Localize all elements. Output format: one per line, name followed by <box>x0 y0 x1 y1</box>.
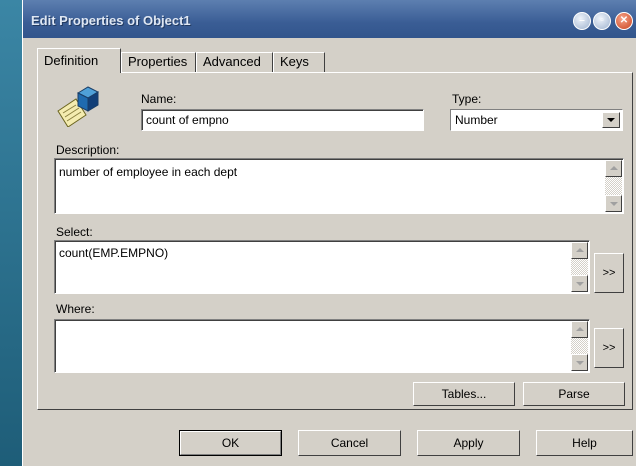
select-scrollbar[interactable] <box>571 242 588 292</box>
arrow-up-icon <box>576 248 584 252</box>
scroll-down-button[interactable] <box>571 275 588 292</box>
maximize-button[interactable]: ▫ <box>593 12 611 30</box>
close-button[interactable]: ✕ <box>615 12 633 30</box>
name-field-value: count of empno <box>146 113 229 127</box>
arrow-down-icon <box>576 361 584 365</box>
arrow-down-icon <box>576 282 584 286</box>
description-field[interactable]: number of employee in each dept <box>54 158 624 214</box>
select-field[interactable]: count(EMP.EMPNO) <box>54 240 590 294</box>
name-field[interactable]: count of empno <box>141 109 424 131</box>
type-label: Type: <box>452 92 482 106</box>
desktop-background <box>0 0 22 466</box>
tab-label: Definition <box>44 53 99 68</box>
tab-advanced[interactable]: Advanced <box>196 52 273 72</box>
tab-properties[interactable]: Properties <box>121 52 196 72</box>
cancel-button[interactable]: Cancel <box>298 430 401 456</box>
where-label: Where: <box>56 302 95 316</box>
apply-button-label: Apply <box>453 436 484 450</box>
arrow-down-icon <box>610 202 618 206</box>
help-button-label: Help <box>572 436 597 450</box>
description-scrollbar[interactable] <box>605 160 622 212</box>
dialog-window: Edit Properties of Object1 – ▫ ✕ Definit… <box>22 0 636 466</box>
close-icon: ✕ <box>619 15 629 26</box>
chevron-down-icon <box>607 118 615 122</box>
select-label: Select: <box>56 225 93 239</box>
arrow-up-icon <box>576 327 584 331</box>
where-expand-button[interactable]: >> <box>594 328 624 368</box>
tables-button-label: Tables... <box>441 387 487 401</box>
description-label: Description: <box>56 143 120 157</box>
apply-button[interactable]: Apply <box>417 430 520 456</box>
minimize-button[interactable]: – <box>573 12 591 30</box>
where-scrollbar[interactable] <box>571 321 588 371</box>
parse-button-label: Parse <box>558 387 590 401</box>
select-expand-label: >> <box>602 267 616 279</box>
where-expand-label: >> <box>602 342 616 354</box>
tab-label: Advanced <box>203 54 261 69</box>
title-bar[interactable]: Edit Properties of Object1 – ▫ ✕ <box>23 0 636 38</box>
name-label: Name: <box>141 92 177 106</box>
scroll-down-button[interactable] <box>605 195 622 212</box>
scroll-up-button[interactable] <box>571 242 588 259</box>
help-button[interactable]: Help <box>536 430 633 456</box>
scroll-down-button[interactable] <box>571 354 588 371</box>
scroll-up-button[interactable] <box>571 321 588 338</box>
minimize-icon: – <box>579 15 585 26</box>
description-field-value: number of employee in each dept <box>59 165 238 179</box>
scroll-up-button[interactable] <box>605 160 622 177</box>
definition-panel: Name: count of empno Type: Number Descri… <box>37 72 633 410</box>
type-select-value: Number <box>455 113 498 127</box>
ok-button-label: OK <box>221 436 240 450</box>
tables-button[interactable]: Tables... <box>413 382 515 406</box>
arrow-up-icon <box>610 166 618 170</box>
where-field[interactable] <box>54 319 590 373</box>
where-field-bevel <box>55 320 589 372</box>
select-expand-button[interactable]: >> <box>594 253 624 293</box>
tab-label: Properties <box>128 54 188 69</box>
ok-button[interactable]: OK <box>179 430 282 456</box>
type-select[interactable]: Number <box>450 109 623 131</box>
tab-definition[interactable]: Definition <box>37 48 121 73</box>
object-definition-icon <box>57 86 100 127</box>
select-field-value: count(EMP.EMPNO) <box>59 246 169 260</box>
type-dropdown-button[interactable] <box>602 112 620 128</box>
maximize-icon: ▫ <box>600 15 604 26</box>
tab-keys[interactable]: Keys <box>273 52 325 72</box>
tab-label: Keys <box>280 54 309 69</box>
window-title: Edit Properties of Object1 <box>31 13 191 28</box>
parse-button[interactable]: Parse <box>523 382 625 406</box>
cancel-button-label: Cancel <box>330 436 369 450</box>
